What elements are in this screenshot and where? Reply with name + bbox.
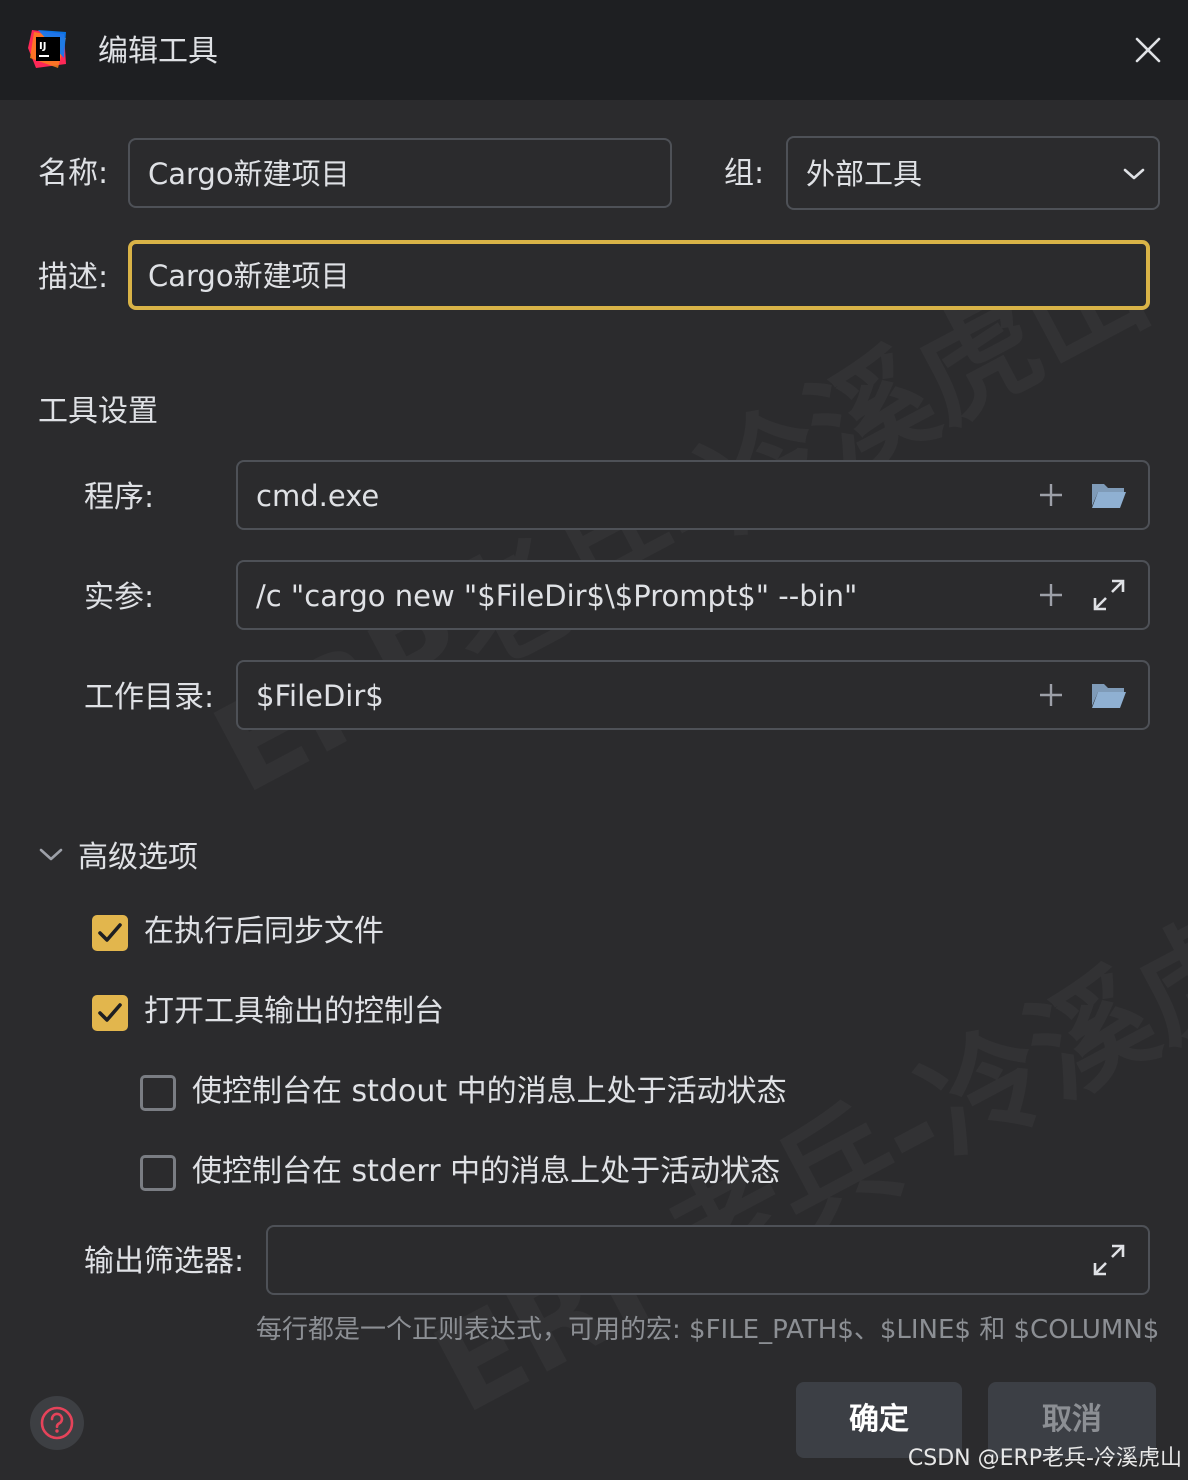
arguments-label: 实参: — [84, 580, 155, 615]
working-directory-value: $FileDir$ — [256, 679, 384, 713]
window-title: 编辑工具 — [98, 34, 218, 69]
group-select[interactable]: 外部工具 — [786, 136, 1160, 210]
close-icon[interactable] — [1128, 30, 1168, 70]
working-directory-label: 工作目录: — [84, 680, 215, 715]
folder-icon[interactable] — [1090, 480, 1128, 514]
chevron-down-icon — [1122, 166, 1146, 186]
intellij-logo-icon: IJ — [28, 28, 68, 70]
csdn-watermark-text: CSDN @ERP老兵-冷溪虎山 — [907, 1446, 1182, 1471]
checkmark-icon — [98, 1003, 122, 1022]
group-label: 组: — [724, 156, 765, 191]
activate-on-stderr-label[interactable]: 使控制台在 stderr 中的消息上处于活动状态 — [192, 1152, 780, 1192]
expand-icon[interactable] — [1092, 578, 1126, 616]
advanced-options-toggle[interactable]: 高级选项 — [78, 838, 198, 878]
activate-on-stderr-checkbox[interactable] — [140, 1155, 176, 1191]
folder-icon[interactable] — [1090, 680, 1128, 714]
output-filters-label: 输出筛选器: — [84, 1244, 245, 1279]
activate-on-stdout-checkbox[interactable] — [140, 1075, 176, 1111]
activate-on-stdout-label[interactable]: 使控制台在 stdout 中的消息上处于活动状态 — [192, 1072, 787, 1112]
name-label: 名称: — [38, 156, 109, 191]
program-label: 程序: — [84, 480, 155, 515]
description-value: Cargo新建项目 — [148, 259, 350, 293]
help-icon — [40, 1406, 74, 1440]
name-input[interactable]: Cargo新建项目 — [128, 138, 672, 208]
description-label: 描述: — [38, 260, 109, 295]
open-console-checkbox[interactable] — [92, 995, 128, 1031]
open-console-label[interactable]: 打开工具输出的控制台 — [144, 992, 444, 1032]
group-value: 外部工具 — [806, 157, 923, 191]
sync-files-checkbox[interactable] — [92, 915, 128, 951]
add-macro-icon[interactable] — [1038, 482, 1064, 512]
title-bar: IJ 编辑工具 — [0, 0, 1188, 100]
program-value: cmd.exe — [256, 479, 380, 513]
checkmark-icon — [98, 923, 122, 942]
add-macro-icon[interactable] — [1038, 682, 1064, 712]
program-input[interactable]: cmd.exe — [236, 460, 1150, 530]
add-macro-icon[interactable] — [1038, 582, 1064, 612]
cancel-button-label: 取消 — [1042, 1402, 1102, 1437]
arguments-input[interactable]: /c "cargo new "$FileDir$\$Prompt$" --bin… — [236, 560, 1150, 630]
watermark: ERP老兵-冷溪虎山 — [400, 808, 1188, 1446]
output-filters-input[interactable] — [266, 1225, 1150, 1295]
description-input[interactable]: Cargo新建项目 — [128, 240, 1150, 310]
expand-icon[interactable] — [1092, 1243, 1126, 1281]
name-value: Cargo新建项目 — [148, 157, 350, 191]
ok-button-label: 确定 — [849, 1402, 909, 1437]
help-button[interactable] — [30, 1396, 84, 1450]
arguments-value: /c "cargo new "$FileDir$\$Prompt$" --bin… — [256, 579, 858, 613]
svg-text:IJ: IJ — [39, 41, 46, 52]
chevron-down-icon[interactable] — [38, 846, 64, 868]
output-filters-hint: 每行都是一个正则表达式，可用的宏: $FILE_PATH$、$LINE$ 和 $… — [256, 1315, 1160, 1345]
sync-files-label[interactable]: 在执行后同步文件 — [144, 912, 384, 952]
working-directory-input[interactable]: $FileDir$ — [236, 660, 1150, 730]
tool-settings-heading: 工具设置 — [38, 394, 158, 429]
